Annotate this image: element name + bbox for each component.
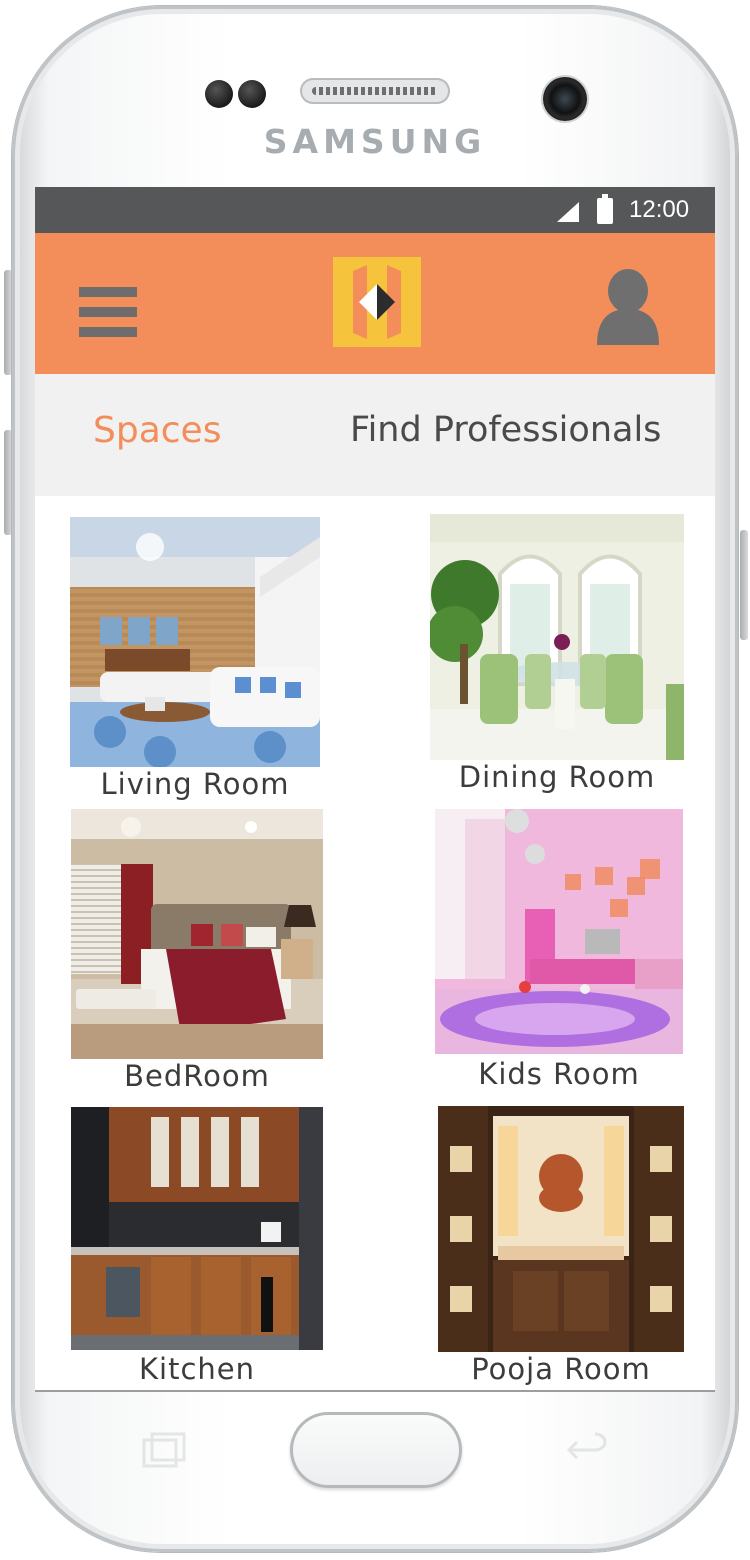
space-label: Dining Room xyxy=(458,760,656,794)
status-bar: 12:00 xyxy=(35,187,715,233)
device-brand: SAMSUNG xyxy=(263,122,487,161)
status-time: 12:00 xyxy=(629,196,690,223)
sensor-dot xyxy=(205,80,233,108)
volume-down-button xyxy=(4,430,12,535)
user-profile-icon[interactable] xyxy=(595,269,661,345)
space-label: Pooja Room xyxy=(471,1352,651,1386)
space-label: BedRoom xyxy=(124,1059,270,1093)
space-card-dining-room[interactable]: Dining Room xyxy=(430,514,684,799)
space-label: Living Room xyxy=(100,767,290,801)
kitchen-photo xyxy=(71,1107,323,1350)
space-label: Kids Room xyxy=(478,1057,640,1091)
app-logo-icon[interactable] xyxy=(333,257,421,347)
space-label: Kitchen xyxy=(139,1352,255,1386)
earpiece-speaker xyxy=(300,78,450,104)
recent-apps-icon xyxy=(142,1432,186,1468)
kids-room-photo xyxy=(435,809,683,1054)
dining-room-photo xyxy=(430,514,684,760)
living-room-photo xyxy=(70,517,320,767)
tab-bar: Spaces Find Professionals xyxy=(35,374,715,496)
signal-icon xyxy=(557,202,579,222)
front-camera xyxy=(543,77,587,121)
tab-find-professionals[interactable]: Find Professionals xyxy=(350,410,661,450)
sensor-dot xyxy=(238,80,266,108)
pooja-room-photo xyxy=(438,1106,684,1352)
bedroom-photo xyxy=(71,809,323,1059)
power-button xyxy=(740,530,748,640)
space-card-bedroom[interactable]: BedRoom xyxy=(71,809,323,1094)
screen-bottom-edge xyxy=(35,1390,715,1392)
space-card-kitchen[interactable]: Kitchen xyxy=(71,1107,323,1392)
space-card-kids-room[interactable]: Kids Room xyxy=(435,809,683,1094)
volume-up-button xyxy=(4,270,12,375)
home-button[interactable] xyxy=(290,1412,462,1488)
space-card-pooja-room[interactable]: Pooja Room xyxy=(438,1106,684,1391)
tab-spaces[interactable]: Spaces xyxy=(93,410,221,451)
space-card-living-room[interactable]: Living Room xyxy=(70,517,320,802)
app-screen: 12:00 Spaces Find Professionals Living R… xyxy=(35,187,715,1392)
hamburger-menu-icon[interactable] xyxy=(79,287,137,337)
phone-mockup: SAMSUNG 12:00 Spaces Find Professionals … xyxy=(0,0,750,1560)
battery-icon xyxy=(597,194,613,224)
app-bar xyxy=(35,233,715,374)
back-icon xyxy=(566,1432,607,1460)
